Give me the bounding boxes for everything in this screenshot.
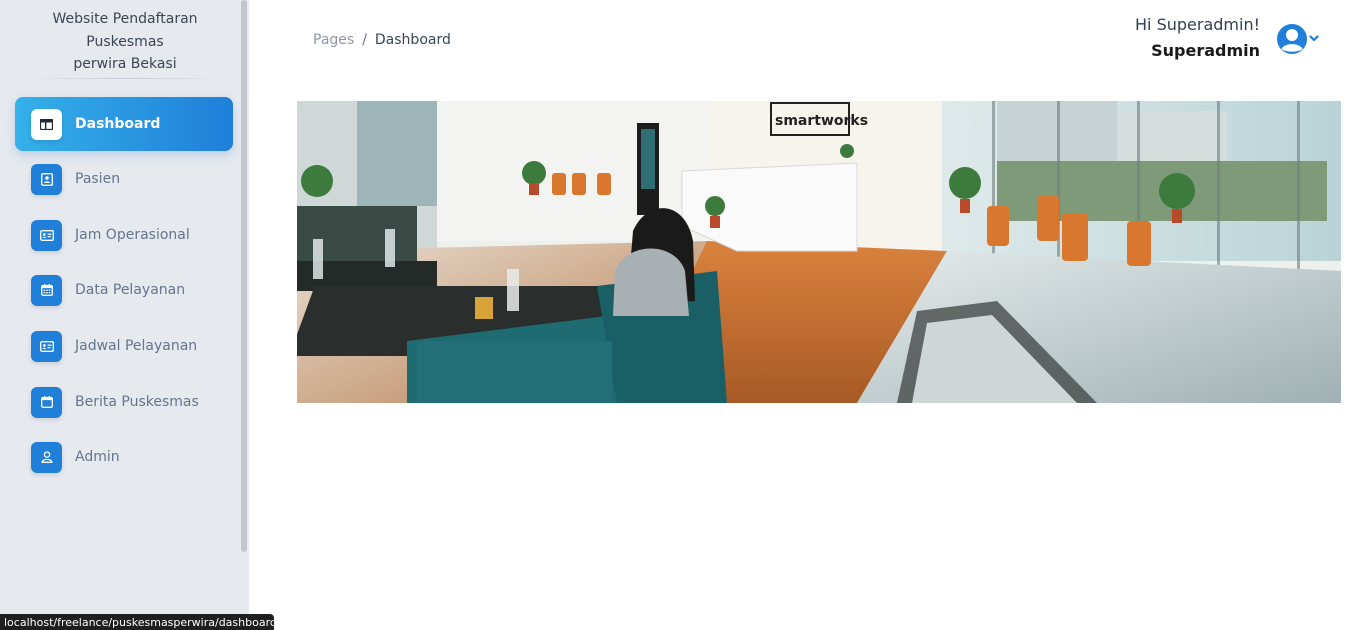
dashboard-banner-image: smartworks	[297, 101, 1341, 403]
sidebar-item-jam-operasional[interactable]: Jam Operasional	[15, 208, 233, 262]
sidebar-item-admin[interactable]: Admin	[15, 430, 233, 484]
sidebar-item-label: Admin	[75, 449, 120, 465]
sidebar-item-label: Jam Operasional	[75, 227, 190, 243]
id-card-icon	[31, 219, 62, 251]
id-card-icon	[31, 330, 62, 362]
banner-logo-text: smartworks	[775, 113, 868, 129]
sidebar-item-berita-puskesmas[interactable]: Berita Puskesmas	[15, 375, 233, 429]
sidebar-item-jadwal-pelayanan[interactable]: Jadwal Pelayanan	[15, 319, 233, 373]
sidebar-item-pasien[interactable]: Pasien	[15, 152, 233, 206]
user-menu-button[interactable]	[1276, 23, 1322, 55]
sidebar-item-label: Data Pelayanan	[75, 282, 186, 298]
greeting-text: Hi Superadmin!	[1135, 15, 1260, 34]
sidebar-item-label: Jadwal Pelayanan	[75, 338, 198, 354]
calendar-grid-icon	[31, 274, 62, 306]
brand-line-3: perwira Bekasi	[73, 56, 177, 72]
breadcrumb-separator: /	[362, 32, 367, 48]
breadcrumb-root-link[interactable]: Pages	[313, 32, 354, 48]
sidebar-item-label: Berita Puskesmas	[75, 394, 199, 410]
sidebar-scrollbar[interactable]	[241, 0, 247, 552]
brand-line-2: Puskesmas	[86, 33, 164, 50]
browser-status-url: localhost/freelance/puskesmasperwira/das…	[0, 614, 274, 630]
breadcrumb-current: Dashboard	[374, 32, 451, 48]
user-greeting: Hi Superadmin! Superadmin	[1135, 15, 1260, 67]
sidebar-item-label: Dashboard	[75, 116, 161, 132]
user-icon	[31, 441, 62, 473]
username-text: Superadmin	[1151, 41, 1260, 60]
brand-divider	[24, 78, 226, 79]
sidebar-item-dashboard[interactable]: Dashboard	[15, 97, 233, 151]
patient-card-icon	[31, 163, 62, 195]
dashboard-icon	[31, 108, 62, 140]
sidebar-item-data-pelayanan[interactable]: Data Pelayanan	[15, 263, 233, 317]
breadcrumb: Pages / Dashboard	[313, 32, 451, 48]
brand-line-1: Website Pendaftaran	[52, 11, 198, 27]
avatar-icon	[1277, 24, 1319, 54]
brand-title[interactable]: Website Pendaftaran Puskesmas perwira Be…	[22, 8, 228, 76]
sidebar-item-label: Pasien	[75, 171, 121, 187]
sidebar: Website Pendaftaran Puskesmas perwira Be…	[0, 0, 249, 630]
calendar-icon	[31, 386, 62, 418]
